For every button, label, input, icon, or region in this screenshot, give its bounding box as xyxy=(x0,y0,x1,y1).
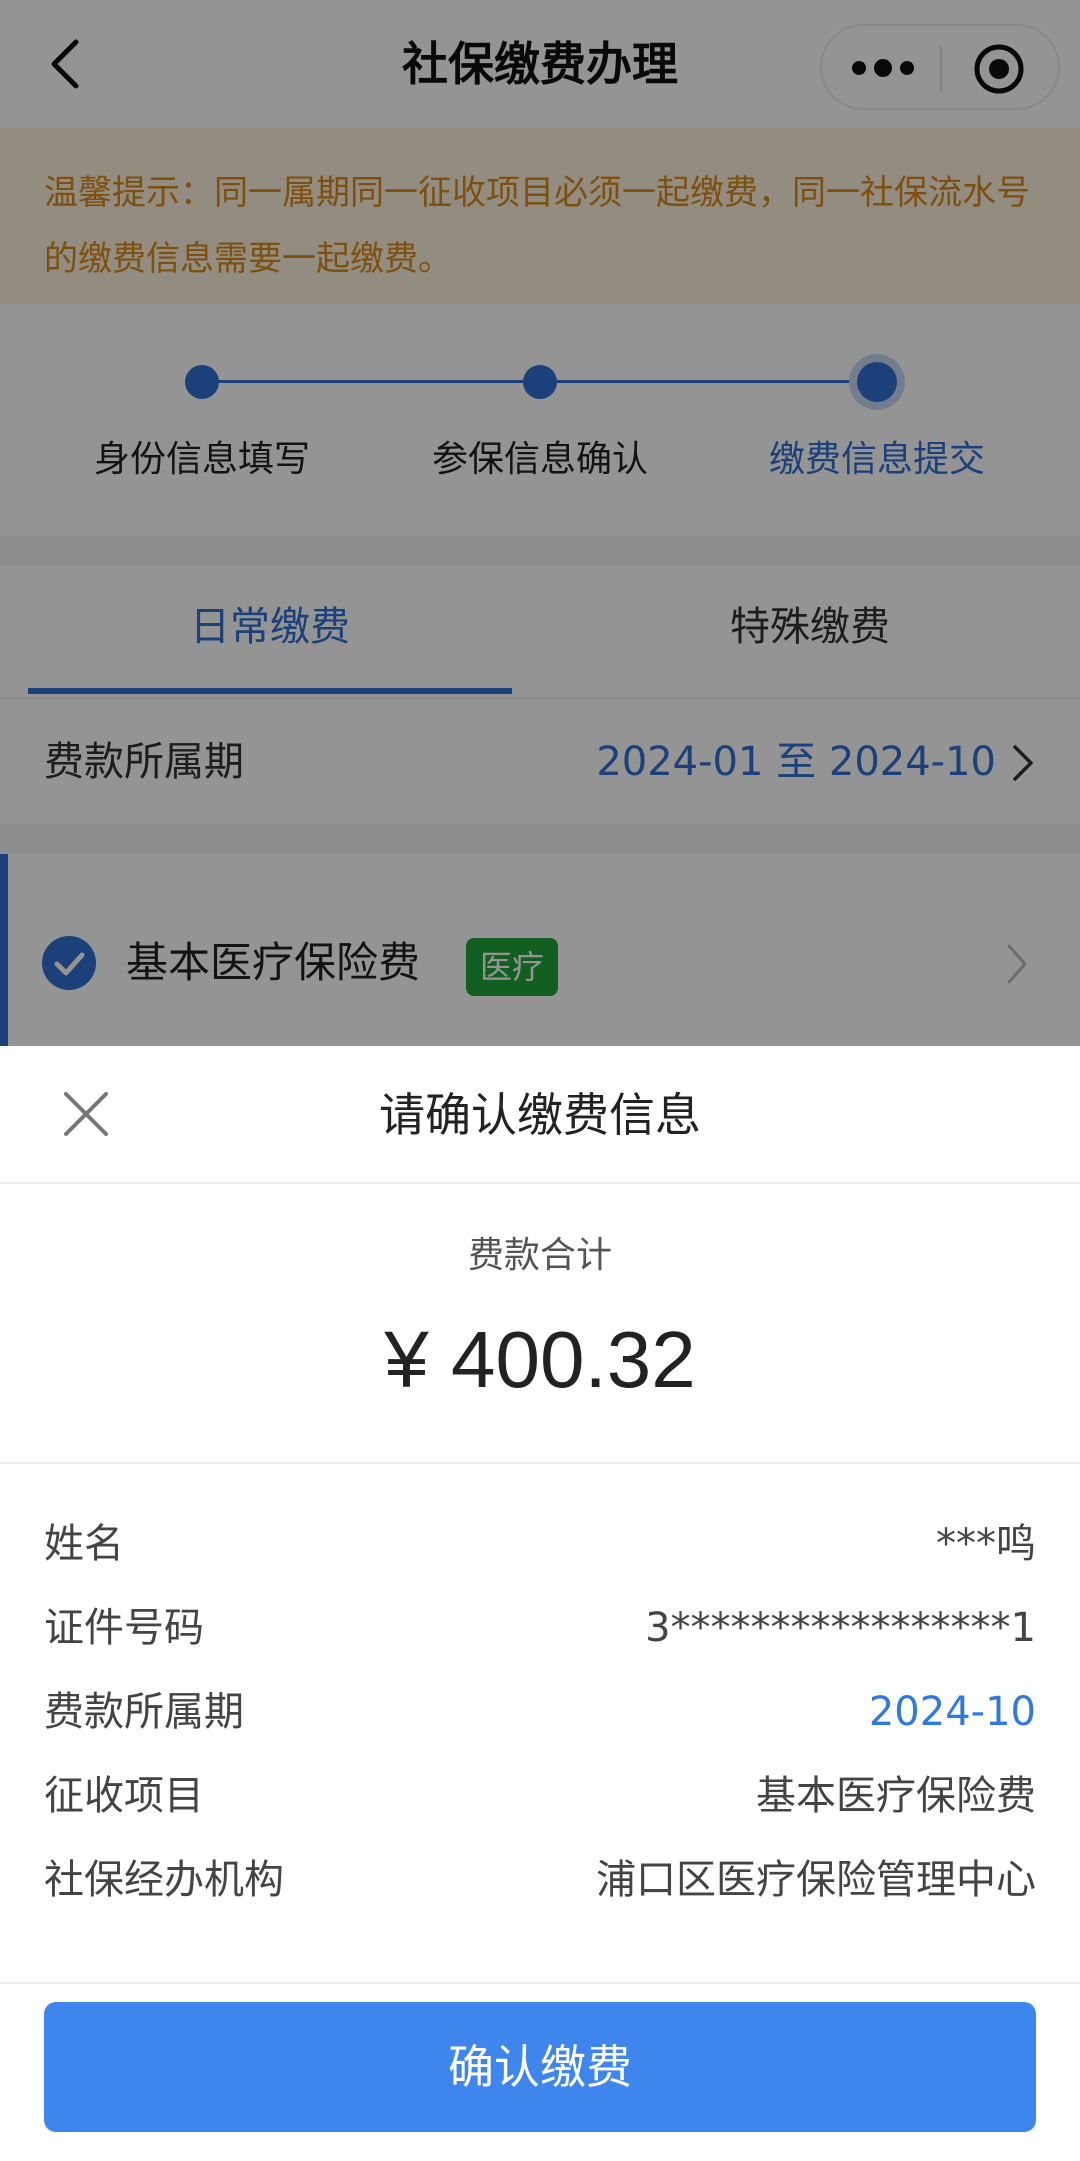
detail-row-item: 征收项目 基本医疗保险费 xyxy=(44,1754,1036,1838)
detail-row-id-number: 证件号码 3*****************1 xyxy=(44,1586,1036,1670)
detail-label: 征收项目 xyxy=(44,1773,204,1819)
detail-row-agency: 社保经办机构 浦口区医疗保险管理中心 xyxy=(44,1838,1036,1922)
detail-value: ***鸣 xyxy=(936,1521,1036,1567)
modal-overlay[interactable] xyxy=(0,0,1080,1046)
detail-value: 基本医疗保险费 xyxy=(756,1773,1036,1819)
close-icon[interactable] xyxy=(60,1088,112,1140)
detail-value[interactable]: 2024-10 xyxy=(869,1670,1036,1754)
detail-label: 证件号码 xyxy=(44,1605,204,1651)
detail-label: 社保经办机构 xyxy=(44,1857,284,1903)
total-label: 费款合计 xyxy=(467,1235,612,1276)
detail-list: 姓名 ***鸣 证件号码 3*****************1 费款所属期 2… xyxy=(0,1464,1080,1984)
confirm-payment-button[interactable]: 确认缴费 xyxy=(44,2002,1036,2132)
detail-label: 姓名 xyxy=(44,1521,124,1567)
detail-row-name: 姓名 ***鸣 xyxy=(44,1502,1036,1586)
total-block: 费款合计 ¥ 400.32 xyxy=(0,1184,1080,1464)
total-amount: ¥ 400.32 xyxy=(384,1315,696,1404)
detail-value: 浦口区医疗保险管理中心 xyxy=(596,1857,1036,1903)
detail-label: 费款所属期 xyxy=(44,1689,244,1735)
sheet-title: 请确认缴费信息 xyxy=(379,1088,701,1142)
sheet-header: 请确认缴费信息 xyxy=(0,1046,1080,1184)
confirm-sheet: 请确认缴费信息 费款合计 ¥ 400.32 姓名 ***鸣 证件号码 3****… xyxy=(0,1046,1080,2161)
detail-row-period: 费款所属期 2024-10 xyxy=(44,1670,1036,1754)
detail-value: 3*****************1 xyxy=(645,1605,1036,1651)
